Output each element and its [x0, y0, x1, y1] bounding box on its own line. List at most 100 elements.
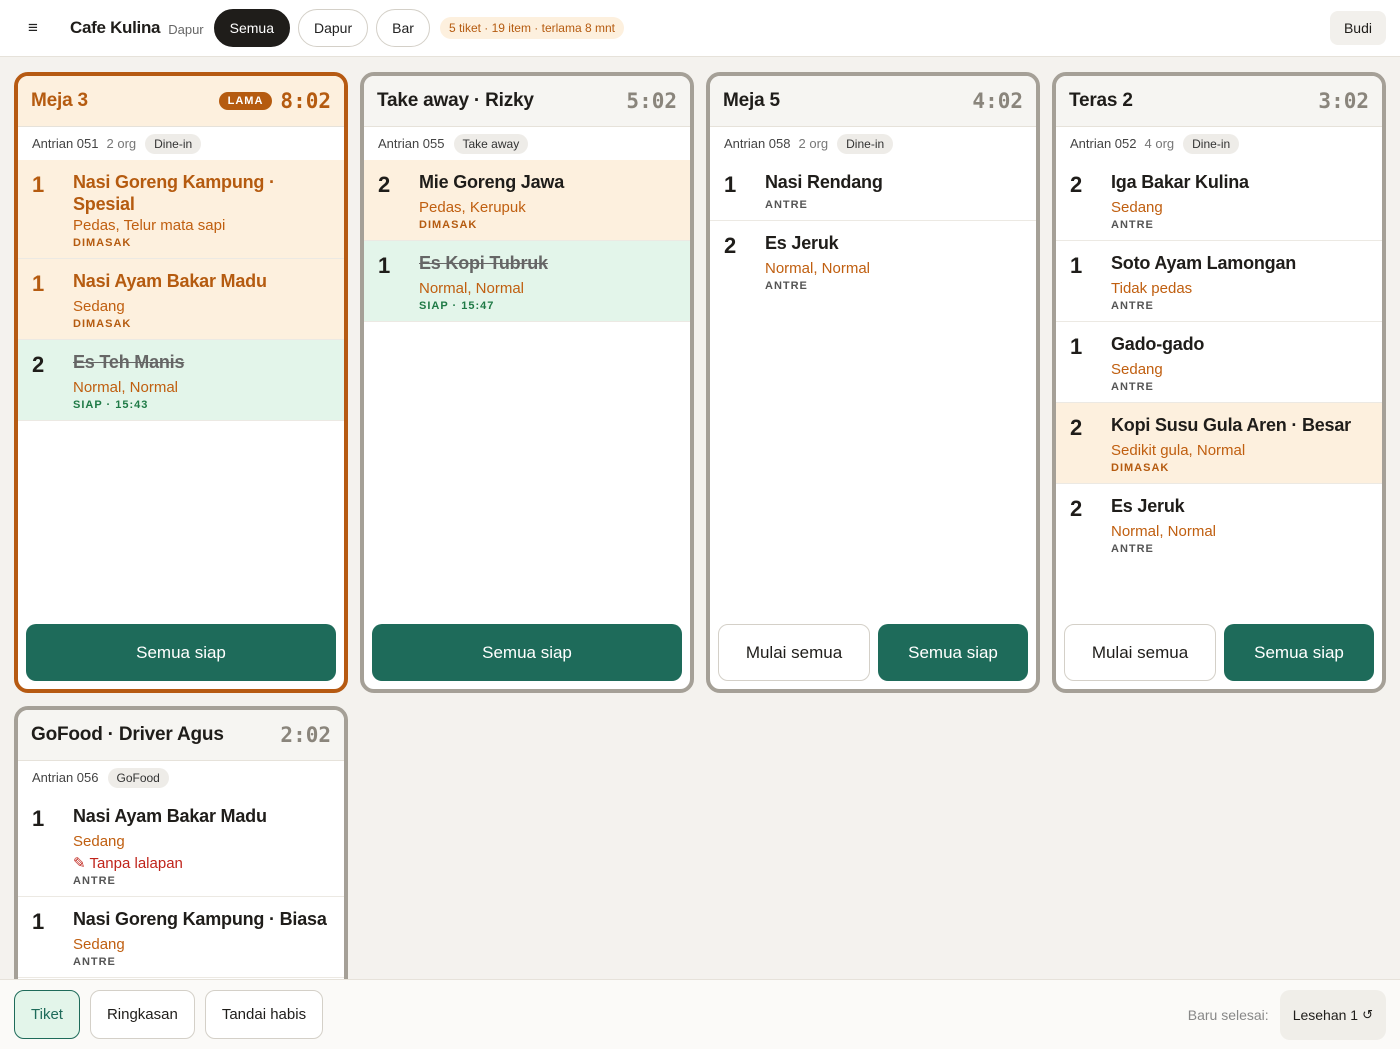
order-item[interactable]: 2 Iga Bakar Kulina Sedang ANTRE [1056, 160, 1382, 241]
recently-done-button[interactable]: Lesehan 1 ↺ [1279, 989, 1386, 1040]
queue-number: Antrian 051 [32, 136, 99, 151]
item-name: Gado-gado [1111, 334, 1205, 354]
item-status: SIAP · 15:47 [419, 300, 495, 312]
start-all-button[interactable]: Mulai semua [718, 624, 870, 681]
station-label: Dapur [168, 22, 204, 37]
filter-all[interactable]: Semua [213, 9, 290, 47]
item-qty: 1 [1070, 334, 1083, 359]
item-status: ANTRE [1111, 543, 1154, 555]
item-name: Es Jeruk [1111, 496, 1185, 516]
all-ready-button[interactable]: Semua siap [26, 624, 336, 681]
item-name: Es Jeruk [765, 233, 839, 253]
order-type-tag: Dine-in [145, 133, 202, 154]
item-qty: 2 [1070, 496, 1083, 521]
ticket-meta: Antrian 052 4 org Dine-in [1056, 127, 1382, 160]
order-item[interactable]: 1 Nasi Ayam Bakar Madu Sedang ✎ Tanpa la… [18, 794, 344, 897]
order-item[interactable]: 2 Es Jeruk Normal, Normal ANTRE [710, 221, 1036, 301]
order-item[interactable]: 1 Nasi Rendang ANTRE [710, 160, 1036, 221]
filter-bar[interactable]: Bar [376, 9, 430, 47]
item-status: ANTRE [765, 280, 808, 292]
ticket-card: Meja 5 4:02 Antrian 058 2 org Dine-in 1 … [706, 72, 1040, 693]
order-type-tag: Dine-in [1183, 133, 1240, 154]
ticket-card: Teras 2 3:02 Antrian 052 4 org Dine-in 2… [1052, 72, 1386, 693]
party-size: 2 org [106, 136, 137, 151]
ticket-card: GoFood · Driver Agus 2:02 Antrian 056 Go… [14, 706, 348, 1006]
item-modifiers: Sedang [73, 833, 125, 850]
item-qty: 2 [724, 233, 737, 258]
item-name: Nasi Goreng Kampung · Biasa [73, 909, 327, 929]
item-status: DIMASAK [73, 237, 132, 249]
item-qty: 1 [378, 253, 391, 278]
item-name: Nasi Ayam Bakar Madu [73, 806, 267, 826]
item-modifiers: Sedikit gula, Normal [1111, 442, 1246, 459]
order-item[interactable]: 1 Nasi Goreng Kampung · Spesial Pedas, T… [18, 160, 344, 259]
ticket-header: Take away · Rizky 5:02 [364, 76, 690, 127]
item-status: DIMASAK [73, 318, 132, 330]
ticket-header: Teras 2 3:02 [1056, 76, 1382, 127]
start-all-button[interactable]: Mulai semua [1064, 624, 1216, 681]
item-status: ANTRE [1111, 219, 1154, 231]
item-modifiers: Normal, Normal [73, 379, 179, 396]
order-item[interactable]: 1 Nasi Goreng Kampung · Biasa Sedang ANT… [18, 897, 344, 978]
ticket-header: GoFood · Driver Agus 2:02 [18, 710, 344, 761]
item-name: Es Teh Manis [73, 352, 185, 372]
order-type-tag: Dine-in [837, 133, 894, 154]
party-size: 4 org [1144, 136, 1175, 151]
all-ready-button[interactable]: Semua siap [878, 624, 1028, 681]
order-item[interactable]: 1 Nasi Ayam Bakar Madu Sedang DIMASAK [18, 259, 344, 340]
item-status: DIMASAK [419, 219, 478, 231]
item-name: Mie Goreng Jawa [419, 172, 565, 192]
item-modifiers: Normal, Normal [419, 280, 525, 297]
all-ready-button[interactable]: Semua siap [372, 624, 682, 681]
ticket-header: Meja 3 LAMA 8:02 [18, 76, 344, 127]
item-note: ✎ Tanpa lalapan [73, 855, 183, 872]
item-name: Kopi Susu Gula Aren · Besar [1111, 415, 1351, 435]
item-name: Soto Ayam Lamongan [1111, 253, 1297, 273]
item-status: DIMASAK [1111, 462, 1170, 474]
item-name: Nasi Ayam Bakar Madu [73, 271, 267, 291]
item-qty: 2 [378, 172, 391, 197]
item-qty: 1 [32, 271, 45, 296]
ticket-title: Take away · Rizky [377, 90, 534, 111]
order-type-tag: Take away [453, 133, 529, 154]
item-qty: 2 [32, 352, 45, 377]
queue-number: Antrian 058 [724, 136, 791, 151]
item-modifiers: Tidak pedas [1111, 280, 1193, 297]
item-status: SIAP · 15:43 [73, 399, 149, 411]
order-item[interactable]: 1 Es Kopi Tubruk Normal, Normal SIAP · 1… [364, 241, 690, 322]
bottom-bar: Tiket Ringkasan Tandai habis Baru selesa… [0, 979, 1400, 1049]
top-bar: ≡ Cafe Kulina Dapur Semua Dapur Bar 5 ti… [0, 0, 1400, 57]
ticket-title: Meja 3 [31, 90, 88, 111]
order-item[interactable]: 2 Es Jeruk Normal, Normal ANTRE [1056, 484, 1382, 564]
item-status: ANTRE [1111, 381, 1154, 393]
item-name: Nasi Rendang [765, 172, 883, 192]
order-item[interactable]: 1 Soto Ayam Lamongan Tidak pedas ANTRE [1056, 241, 1382, 322]
ticket-card: Take away · Rizky 5:02 Antrian 055 Take … [360, 72, 694, 693]
ticket-header: Meja 5 4:02 [710, 76, 1036, 127]
order-item[interactable]: 2 Kopi Susu Gula Aren · Besar Sedikit gu… [1056, 403, 1382, 484]
ticket-meta: Antrian 055 Take away [364, 127, 690, 160]
item-modifiers: Normal, Normal [1111, 523, 1217, 540]
all-ready-button[interactable]: Semua siap [1224, 624, 1374, 681]
user-button[interactable]: Budi [1329, 11, 1386, 45]
item-qty: 1 [724, 172, 737, 197]
item-modifiers: Sedang [73, 936, 125, 953]
menu-icon[interactable]: ≡ [28, 18, 48, 38]
order-type-tag: GoFood [107, 767, 169, 788]
order-item[interactable]: 2 Es Teh Manis Normal, Normal SIAP · 15:… [18, 340, 344, 421]
filter-kitchen[interactable]: Dapur [298, 9, 369, 47]
tab-summary[interactable]: Ringkasan [89, 990, 195, 1039]
item-modifiers: Sedang [1111, 361, 1163, 378]
ticket-meta: Antrian 051 2 org Dine-in [18, 127, 344, 160]
item-qty: 1 [1070, 253, 1083, 278]
tab-mark-sold-out[interactable]: Tandai habis [204, 990, 324, 1039]
item-qty: 2 [1070, 415, 1083, 440]
ticket-title: GoFood · Driver Agus [31, 724, 224, 745]
tab-tickets[interactable]: Tiket [14, 990, 80, 1039]
item-modifiers: Pedas, Kerupuk [419, 199, 526, 216]
order-item[interactable]: 2 Mie Goreng Jawa Pedas, Kerupuk DIMASAK [364, 160, 690, 241]
item-status: ANTRE [73, 956, 116, 968]
ticket-timer: 4:02 [972, 89, 1023, 113]
queue-number: Antrian 056 [32, 770, 99, 785]
order-item[interactable]: 1 Gado-gado Sedang ANTRE [1056, 322, 1382, 403]
